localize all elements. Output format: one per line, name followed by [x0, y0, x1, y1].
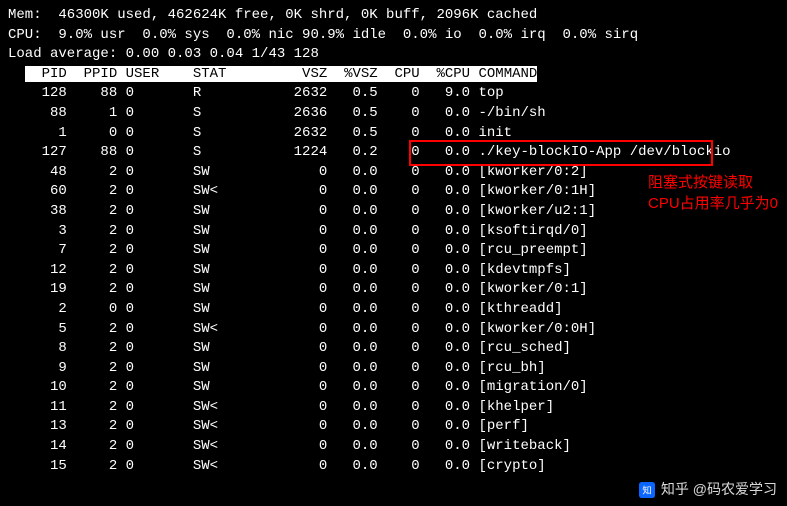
table-row: 1 0 0 S 2632 0.5 0 0.0 init — [8, 124, 779, 144]
table-row: 9 2 0 SW 0 0.0 0 0.0 [rcu_bh] — [8, 359, 779, 379]
table-row: 5 2 0 SW< 0 0.0 0 0.0 [kworker/0:0H] — [8, 320, 779, 340]
table-row: 15 2 0 SW< 0 0.0 0 0.0 [crypto] — [8, 457, 779, 477]
watermark: 知 知乎 @码农爱学习 — [639, 480, 777, 500]
table-row: 88 1 0 S 2636 0.5 0 0.0 -/bin/sh — [8, 104, 779, 124]
svg-text:知: 知 — [642, 485, 651, 497]
table-row: 3 2 0 SW 0 0.0 0 0.0 [ksoftirqd/0] — [8, 222, 779, 242]
table-row: 10 2 0 SW 0 0.0 0 0.0 [migration/0] — [8, 378, 779, 398]
table-row: 12 2 0 SW 0 0.0 0 0.0 [kdevtmpfs] — [8, 261, 779, 281]
table-row: 11 2 0 SW< 0 0.0 0 0.0 [khelper] — [8, 398, 779, 418]
zhihu-icon: 知 — [639, 482, 655, 498]
table-row: 14 2 0 SW< 0 0.0 0 0.0 [writeback] — [8, 437, 779, 457]
table-row: 127 88 0 S 1224 0.2 0 0.0 ./key-blockIO-… — [8, 143, 779, 163]
table-row: 19 2 0 SW 0 0.0 0 0.0 [kworker/0:1] — [8, 280, 779, 300]
table-row: 8 2 0 SW 0 0.0 0 0.0 [rcu_sched] — [8, 339, 779, 359]
load-line: Load average: 0.00 0.03 0.04 1/43 128 — [8, 45, 779, 65]
table-row: 7 2 0 SW 0 0.0 0 0.0 [rcu_preempt] — [8, 241, 779, 261]
table-row: 2 0 0 SW 0 0.0 0 0.0 [kthreadd] — [8, 300, 779, 320]
mem-line: Mem: 46300K used, 462624K free, 0K shrd,… — [8, 6, 779, 26]
table-header: PID PPID USER STAT VSZ %VSZ CPU %CPU COM… — [8, 65, 779, 85]
table-row: 13 2 0 SW< 0 0.0 0 0.0 [perf] — [8, 417, 779, 437]
table-row: 128 88 0 R 2632 0.5 0 9.0 top — [8, 84, 779, 104]
terminal-output: Mem: 46300K used, 462624K free, 0K shrd,… — [8, 6, 779, 476]
annotation-text: 阻塞式按键读取 CPU占用率几乎为0 — [648, 172, 778, 214]
watermark-text: 知乎 @码农爱学习 — [661, 480, 777, 500]
cpu-line: CPU: 9.0% usr 0.0% sys 0.0% nic 90.9% id… — [8, 26, 779, 46]
